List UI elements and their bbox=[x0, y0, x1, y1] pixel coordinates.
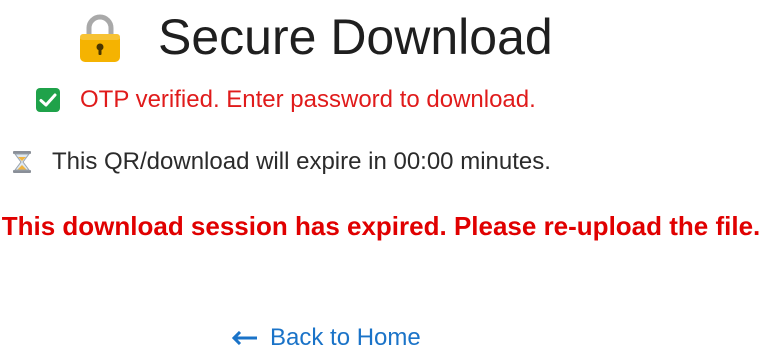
secure-download-page: Secure Download OTP verified. Enter pass… bbox=[0, 0, 762, 352]
check-icon bbox=[36, 88, 60, 112]
back-to-home-label: Back to Home bbox=[270, 324, 421, 351]
session-expired-message: This download session has expired. Pleas… bbox=[1, 211, 761, 241]
otp-status-text: OTP verified. Enter password to download… bbox=[80, 86, 536, 113]
page-title: Secure Download bbox=[158, 9, 553, 65]
page-header: Secure Download bbox=[0, 6, 762, 68]
arrow-left-icon bbox=[232, 331, 257, 345]
hourglass-icon bbox=[13, 151, 31, 173]
lock-icon bbox=[80, 14, 120, 62]
expiry-text: This QR/download will expire in 00:00 mi… bbox=[52, 148, 551, 175]
